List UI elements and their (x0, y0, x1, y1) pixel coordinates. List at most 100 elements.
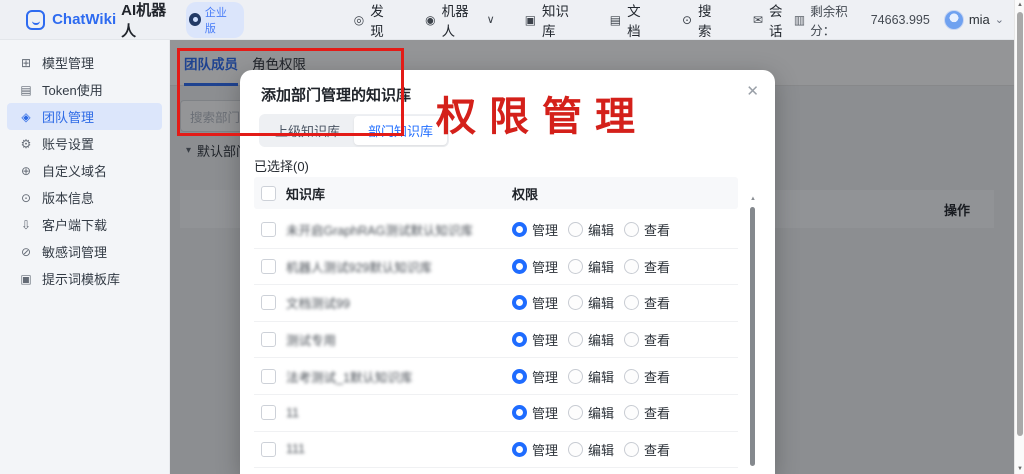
page-scrollbar-thumb[interactable] (1017, 12, 1023, 436)
sidebar-item[interactable]: ⚙账号设置 (7, 130, 162, 157)
row-checkbox[interactable] (261, 222, 276, 237)
permission-option-查看[interactable]: 查看 (624, 220, 670, 239)
permission-option-编辑[interactable]: 编辑 (568, 403, 614, 422)
radio-icon[interactable] (624, 369, 639, 384)
kb-row: 11管理编辑查看 (254, 395, 738, 432)
nav-label: 发现 (370, 0, 395, 40)
permission-option-查看[interactable]: 查看 (624, 330, 670, 349)
permission-option-查看[interactable]: 查看 (624, 440, 670, 459)
row-checkbox[interactable] (261, 442, 276, 457)
sidebar-item[interactable]: ⊞模型管理 (7, 49, 162, 76)
permission-option-管理[interactable]: 管理 (512, 403, 558, 422)
radio-icon[interactable] (624, 295, 639, 310)
radio-icon[interactable] (568, 405, 583, 420)
sidebar-item-label: 敏感词管理 (42, 242, 107, 261)
sidebar-item[interactable]: ▤Token使用 (7, 76, 162, 103)
row-checkbox[interactable] (261, 332, 276, 347)
permission-option-编辑[interactable]: 编辑 (568, 330, 614, 349)
permission-label: 管理 (532, 367, 558, 386)
sidebar-item-label: 版本信息 (42, 188, 94, 207)
radio-icon[interactable] (568, 442, 583, 457)
scrollbar-up-icon[interactable]: ▲ (1015, 2, 1024, 8)
nav-label: 文档 (627, 0, 652, 40)
radio-icon[interactable] (512, 259, 527, 274)
nav-item-discover[interactable]: ◎ 发现 (354, 0, 395, 40)
radio-icon[interactable] (512, 442, 527, 457)
radio-icon[interactable] (624, 442, 639, 457)
permission-option-查看[interactable]: 查看 (624, 367, 670, 386)
radio-icon[interactable] (624, 259, 639, 274)
radio-icon[interactable] (624, 405, 639, 420)
user-menu[interactable]: mia ⌄ (944, 10, 1004, 30)
radio-icon[interactable] (512, 222, 527, 237)
sidebar-item-label: 模型管理 (42, 53, 94, 72)
radio-icon[interactable] (512, 295, 527, 310)
radio-icon[interactable] (512, 405, 527, 420)
radio-icon[interactable] (624, 222, 639, 237)
radio-icon[interactable] (512, 332, 527, 347)
radio-icon[interactable] (568, 332, 583, 347)
permission-option-查看[interactable]: 查看 (624, 403, 670, 422)
nav-label: 知识库 (542, 0, 580, 40)
sidebar-item[interactable]: ⊕自定义域名 (7, 157, 162, 184)
permission-option-管理[interactable]: 管理 (512, 293, 558, 312)
scroll-up-icon[interactable]: ▲ (749, 196, 757, 202)
permission-label: 管理 (532, 330, 558, 349)
permission-option-编辑[interactable]: 编辑 (568, 293, 614, 312)
nav-item-conversation[interactable]: ✉会话 (753, 0, 794, 40)
sidebar-item-label: 客户端下载 (42, 215, 107, 234)
segment-parent-kb[interactable]: 上级知识库 (261, 116, 354, 145)
modal-scrollbar-thumb[interactable] (750, 207, 755, 466)
nav-item-document[interactable]: ▤文档 (610, 0, 652, 40)
discover-icon: ◎ (354, 13, 364, 27)
row-checkbox[interactable] (261, 295, 276, 310)
segment-department-kb[interactable]: 部门知识库 (354, 116, 447, 145)
prompt-template-icon: ▣ (19, 272, 33, 286)
sidebar-item[interactable]: ⊘敏感词管理 (7, 238, 162, 265)
nav-item-search[interactable]: ⊙搜索 (682, 0, 723, 40)
radio-icon[interactable] (568, 222, 583, 237)
permission-group: 管理编辑查看 (512, 257, 670, 276)
credits: ▥ 剩余积分： 74663.995 (794, 1, 930, 39)
permission-option-管理[interactable]: 管理 (512, 330, 558, 349)
row-checkbox[interactable] (261, 259, 276, 274)
close-icon[interactable]: ✕ (746, 82, 759, 100)
select-all-checkbox[interactable] (261, 186, 276, 201)
sidebar-item[interactable]: ▣提示词模板库 (7, 265, 162, 292)
robot-icon: ◉ (425, 13, 435, 27)
radio-icon[interactable] (568, 259, 583, 274)
sidebar-item[interactable]: ⇩客户端下载 (7, 211, 162, 238)
scrollbar-down-icon[interactable]: ▼ (1015, 466, 1024, 472)
radio-icon[interactable] (512, 369, 527, 384)
permission-option-管理[interactable]: 管理 (512, 367, 558, 386)
radio-icon[interactable] (624, 332, 639, 347)
nav-item-knowledge-base[interactable]: ▣知识库 (525, 0, 580, 40)
modal-scrollbar[interactable]: ▲ (749, 196, 757, 470)
permission-option-编辑[interactable]: 编辑 (568, 220, 614, 239)
brand-suffix: AI机器人 (121, 0, 178, 41)
permission-option-编辑[interactable]: 编辑 (568, 367, 614, 386)
kb-row: 未开启GraphRAG测试默认知识库管理编辑查看 (254, 212, 738, 249)
permission-option-查看[interactable]: 查看 (624, 257, 670, 276)
chevron-down-icon: ∨ (487, 13, 495, 26)
nav-item-robot[interactable]: ◉机器人∨ (425, 0, 495, 40)
header-right: ▥ 剩余积分： 74663.995 mia ⌄ (794, 1, 1014, 39)
permission-label: 管理 (532, 403, 558, 422)
permission-option-查看[interactable]: 查看 (624, 293, 670, 312)
permission-option-管理[interactable]: 管理 (512, 220, 558, 239)
row-checkbox[interactable] (261, 405, 276, 420)
permission-option-管理[interactable]: 管理 (512, 257, 558, 276)
page-scrollbar[interactable]: ▲ ▼ (1014, 0, 1024, 474)
row-checkbox[interactable] (261, 369, 276, 384)
permission-option-管理[interactable]: 管理 (512, 440, 558, 459)
sidebar-item-label: 自定义域名 (42, 161, 107, 180)
top-header: ChatWiki AI机器人 企业版 ◎发现◉机器人∨▣知识库▤文档⊙搜索✉会话… (0, 0, 1014, 40)
permission-option-编辑[interactable]: 编辑 (568, 440, 614, 459)
sidebar-item[interactable]: ⊙版本信息 (7, 184, 162, 211)
permission-option-编辑[interactable]: 编辑 (568, 257, 614, 276)
gear-icon: ⚙ (19, 137, 33, 151)
conversation-icon: ✉ (753, 13, 763, 27)
radio-icon[interactable] (568, 369, 583, 384)
sidebar-item[interactable]: ◈团队管理 (7, 103, 162, 130)
radio-icon[interactable] (568, 295, 583, 310)
